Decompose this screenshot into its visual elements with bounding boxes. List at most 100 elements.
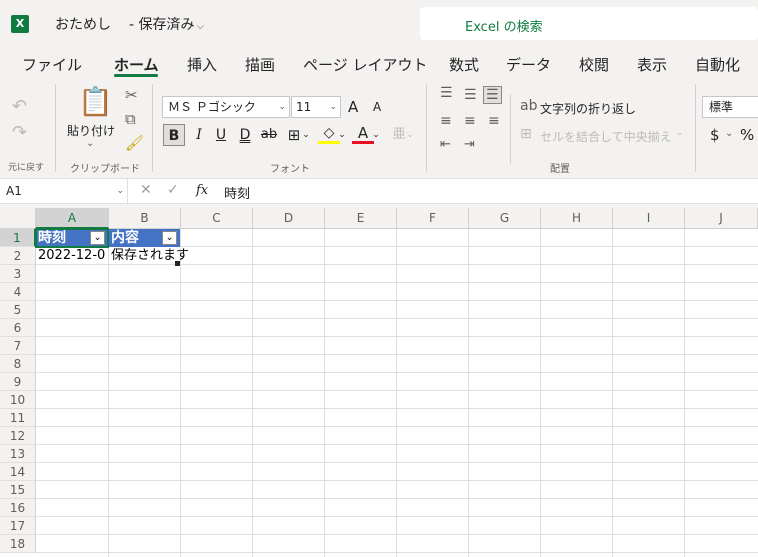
- column-header-b[interactable]: B: [109, 208, 181, 229]
- search-input[interactable]: Excel の検索: [420, 7, 758, 40]
- excel-logo-icon[interactable]: X: [11, 15, 29, 33]
- row-header-8[interactable]: 8: [0, 355, 36, 373]
- redo-icon[interactable]: ↷: [12, 124, 27, 142]
- column-header-c[interactable]: C: [181, 208, 253, 229]
- gridline: [36, 444, 758, 445]
- row-header-10[interactable]: 10: [0, 391, 36, 409]
- row-header-17[interactable]: 17: [0, 517, 36, 535]
- font-color-chevron-icon[interactable]: ⌄: [371, 124, 381, 146]
- wrap-text-icon[interactable]: ab: [520, 99, 537, 113]
- underline-button[interactable]: U: [210, 124, 232, 146]
- paste-chevron-icon[interactable]: ⌄: [86, 138, 94, 149]
- tab-automate[interactable]: 自動化: [695, 54, 740, 75]
- name-box[interactable]: A1 ⌄: [0, 179, 128, 203]
- row-header-3[interactable]: 3: [0, 265, 36, 283]
- number-format-select[interactable]: 標準: [702, 96, 758, 118]
- row-header-4[interactable]: 4: [0, 283, 36, 301]
- select-all-button[interactable]: [0, 208, 36, 229]
- align-middle-icon[interactable]: ☰: [464, 88, 477, 102]
- align-right-icon[interactable]: ≡: [488, 114, 500, 128]
- insert-function-button[interactable]: fx: [196, 183, 208, 198]
- column-header-f[interactable]: F: [397, 208, 469, 229]
- column-header-j[interactable]: J: [685, 208, 758, 229]
- column-header-i[interactable]: I: [613, 208, 685, 229]
- cell-b2[interactable]: 保存されます: [111, 247, 211, 265]
- percent-format-button[interactable]: %: [740, 126, 754, 144]
- row-header-2[interactable]: 2: [0, 247, 36, 265]
- column-header-e[interactable]: E: [325, 208, 397, 229]
- row-header-12[interactable]: 12: [0, 427, 36, 445]
- borders-chevron-icon[interactable]: ⌄: [301, 124, 311, 146]
- spreadsheet-grid[interactable]: A B C D E F G H I J 1 2 3 4 5 6 7 8 9 10…: [0, 208, 758, 557]
- italic-button[interactable]: I: [188, 124, 210, 146]
- row-header-7[interactable]: 7: [0, 337, 36, 355]
- chevron-down-icon: ⌵: [196, 21, 205, 32]
- gridline: [252, 229, 253, 557]
- row-header-16[interactable]: 16: [0, 499, 36, 517]
- tab-file[interactable]: ファイル: [22, 54, 82, 75]
- row-header-5[interactable]: 5: [0, 301, 36, 319]
- font-size-select[interactable]: 11 ⌄: [291, 96, 341, 118]
- align-center-icon[interactable]: ≡: [464, 114, 476, 128]
- align-bottom-icon[interactable]: ☰: [483, 86, 502, 104]
- increase-font-size-button[interactable]: A: [348, 98, 358, 116]
- currency-format-button[interactable]: $: [710, 126, 720, 144]
- undo-icon[interactable]: ↶: [12, 98, 27, 116]
- align-top-icon[interactable]: ☰: [440, 86, 453, 100]
- bold-button[interactable]: B: [163, 124, 185, 146]
- document-name[interactable]: おためし: [55, 14, 111, 34]
- row-header-18[interactable]: 18: [0, 535, 36, 553]
- fill-color-chevron-icon[interactable]: ⌄: [337, 124, 347, 146]
- column-header-a[interactable]: A: [36, 208, 109, 229]
- divider: [695, 84, 696, 172]
- row-header-15[interactable]: 15: [0, 481, 36, 499]
- column-header-g[interactable]: G: [469, 208, 541, 229]
- format-painter-icon[interactable]: 🖌: [125, 136, 144, 151]
- cut-icon[interactable]: ✂: [125, 88, 138, 103]
- copy-icon[interactable]: ⧉: [125, 112, 136, 127]
- currency-chevron-icon[interactable]: ⌄: [725, 128, 733, 139]
- row-header-9[interactable]: 9: [0, 373, 36, 391]
- tab-review[interactable]: 校閲: [579, 54, 609, 75]
- strikethrough-button[interactable]: ab: [258, 124, 280, 146]
- row-header-13[interactable]: 13: [0, 445, 36, 463]
- tab-formulas[interactable]: 数式: [449, 54, 479, 75]
- row-header-1[interactable]: 1: [0, 229, 36, 247]
- row-header-14[interactable]: 14: [0, 463, 36, 481]
- table-header-label: 内容: [111, 230, 139, 246]
- font-name-select[interactable]: ＭＳ Ｐゴシック ⌄: [162, 96, 290, 118]
- wrap-text-button[interactable]: 文字列の折り返し: [540, 100, 636, 117]
- filter-dropdown-icon[interactable]: ⌄: [162, 231, 177, 245]
- merge-chevron-icon[interactable]: ⌄: [676, 128, 684, 138]
- gridline: [36, 408, 758, 409]
- gridline: [468, 229, 469, 557]
- align-left-icon[interactable]: ≡: [440, 114, 452, 128]
- table-header-content[interactable]: 内容 ⌄: [109, 229, 180, 247]
- decrease-indent-icon[interactable]: ⇤: [440, 138, 451, 151]
- increase-indent-icon[interactable]: ⇥: [464, 138, 475, 151]
- double-underline-button[interactable]: D: [234, 124, 256, 146]
- gridline: [36, 354, 758, 355]
- column-header-h[interactable]: H: [541, 208, 613, 229]
- table-resize-handle[interactable]: [175, 261, 180, 266]
- merge-icon[interactable]: ⊞: [520, 127, 532, 141]
- document-status[interactable]: - 保存済み ⌵: [129, 14, 204, 34]
- row-header-6[interactable]: 6: [0, 319, 36, 337]
- row-header-11[interactable]: 11: [0, 409, 36, 427]
- clipboard-icon[interactable]: 📋: [78, 88, 113, 116]
- tab-page-layout[interactable]: ページ レイアウト: [303, 54, 427, 75]
- tab-draw[interactable]: 描画: [245, 54, 275, 75]
- enter-icon[interactable]: ✓: [167, 182, 179, 198]
- tab-data[interactable]: データ: [506, 54, 551, 75]
- formula-input[interactable]: 時刻: [224, 183, 250, 202]
- phonetic-chevron-icon[interactable]: ⌄: [405, 124, 415, 146]
- tab-home[interactable]: ホーム: [114, 54, 159, 75]
- cell-a2[interactable]: 2022-12-0: [38, 247, 108, 265]
- cancel-icon[interactable]: ✕: [140, 182, 152, 198]
- tab-insert[interactable]: 挿入: [187, 54, 217, 75]
- paste-button[interactable]: 貼り付け: [67, 122, 115, 139]
- decrease-font-size-button[interactable]: A: [373, 100, 381, 114]
- merge-center-button[interactable]: セルを結合して中央揃え: [540, 128, 672, 145]
- tab-view[interactable]: 表示: [637, 54, 667, 75]
- column-header-d[interactable]: D: [253, 208, 325, 229]
